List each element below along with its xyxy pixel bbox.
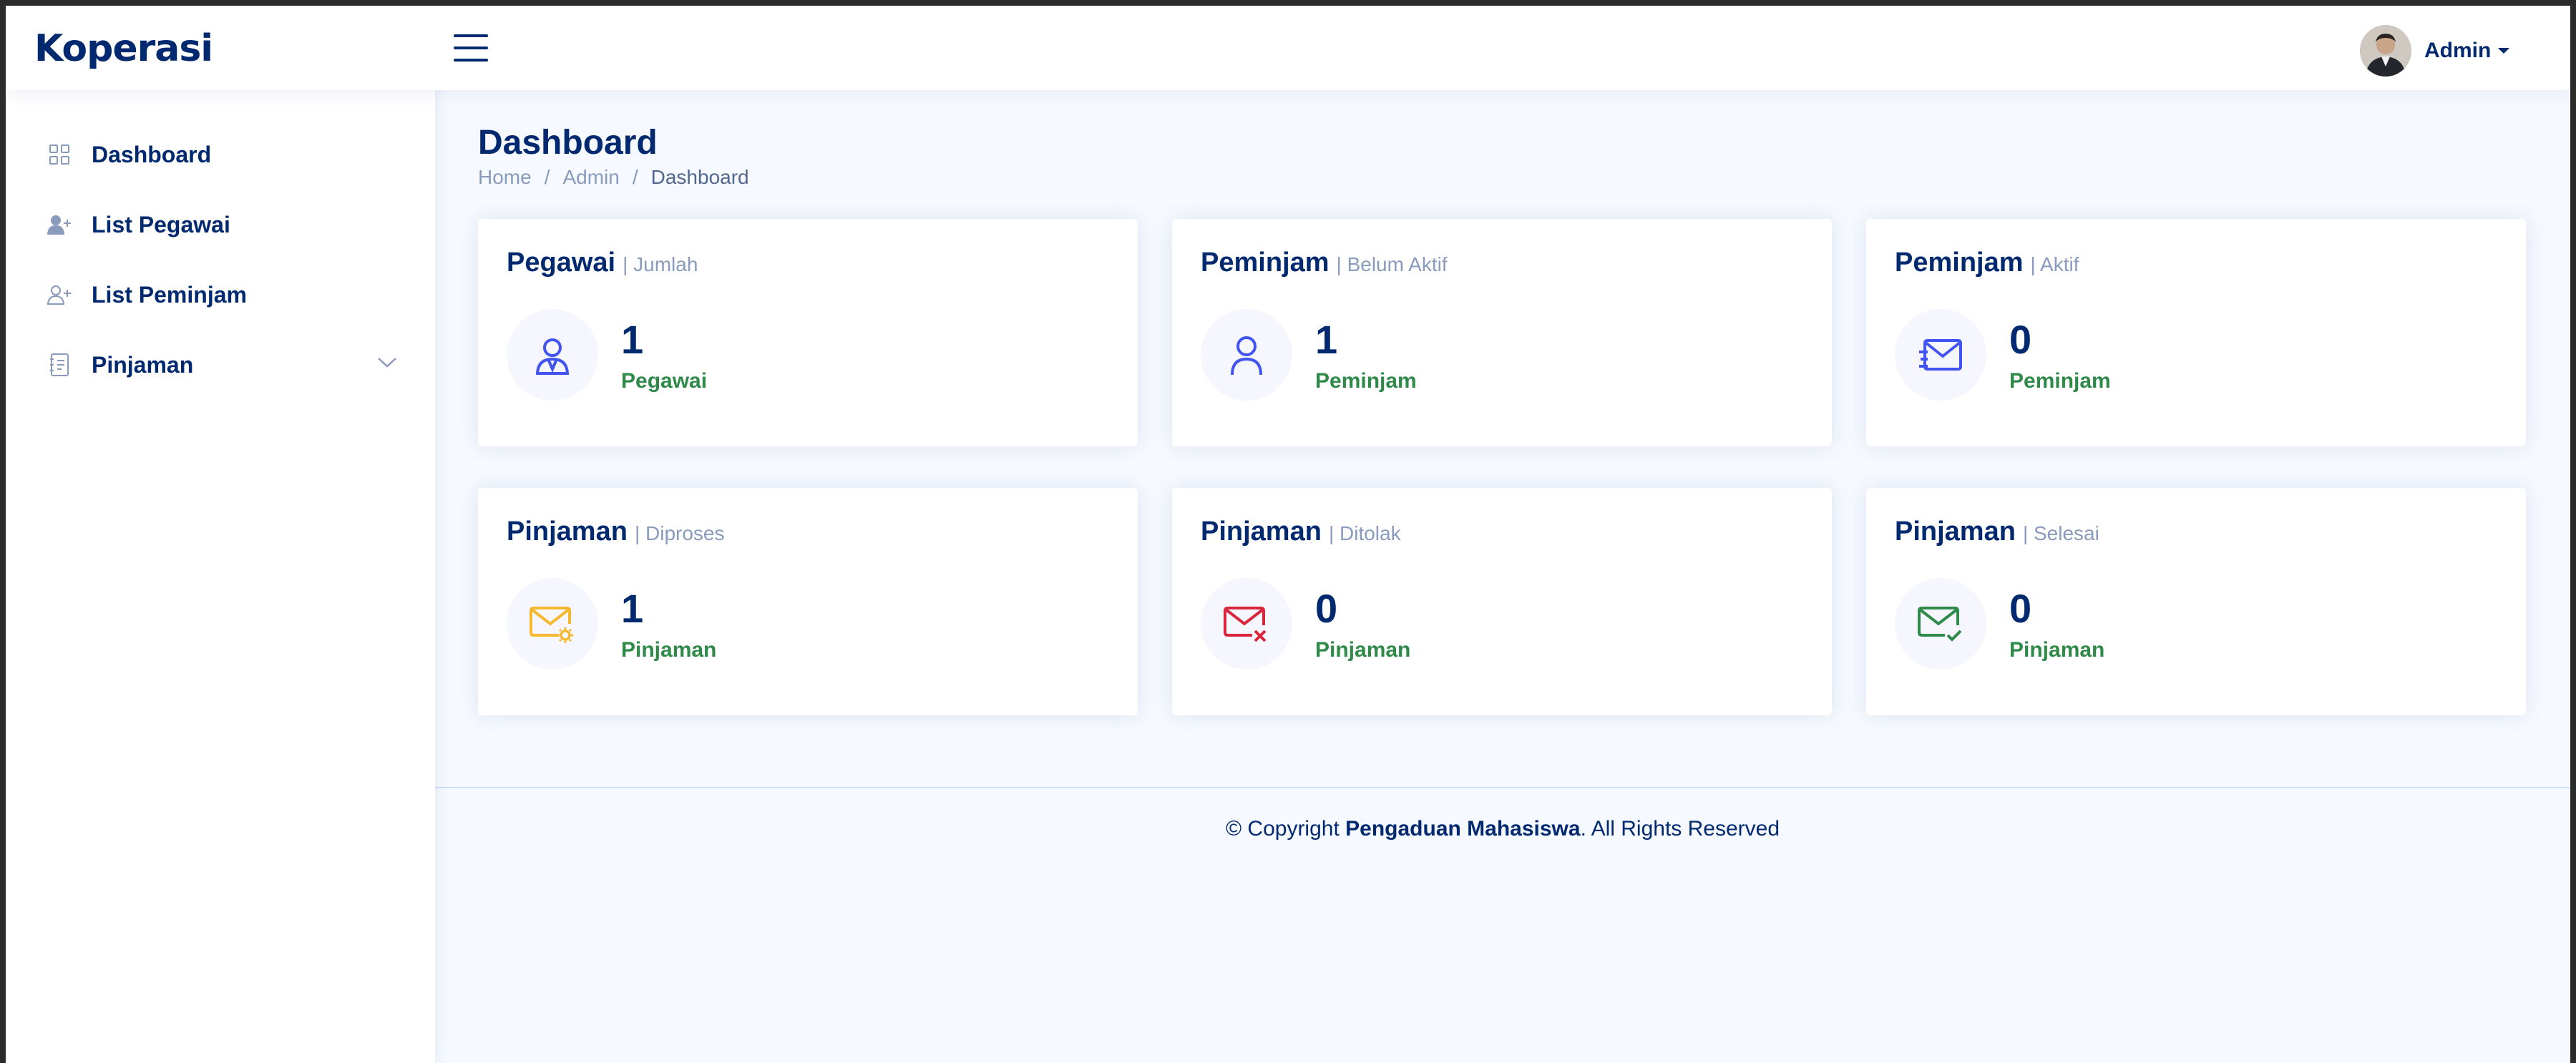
card-label: Pegawai [621, 369, 708, 393]
card-pinjaman-ditolak: Pinjaman | Ditolak 0 Pinjaman [1172, 488, 1832, 715]
sidebar-item-label: Pinjaman [92, 351, 194, 378]
sidebar-item-label: Dashboard [92, 141, 212, 167]
sidebar-item-label: List Pegawai [92, 211, 230, 237]
card-title: Peminjam [1201, 248, 1330, 278]
footer-suffix: . All Rights Reserved [1580, 817, 1780, 841]
breadcrumb: Home / Admin / Dashboard [478, 166, 749, 189]
card-subtitle: | Aktif [2030, 253, 2079, 275]
card-label: Peminjam [1315, 369, 1417, 393]
app-window: Koperasi Admin Dashboard List Pegawai Li… [6, 6, 2570, 1063]
top-header: Koperasi Admin [6, 6, 2570, 90]
avatar [2360, 25, 2411, 77]
sidebar: Dashboard List Pegawai List Peminjam Pin… [6, 90, 435, 1063]
profile-name: Admin [2424, 39, 2492, 62]
envelope-gear-icon [507, 578, 598, 670]
envelope-x-icon [1201, 578, 1292, 670]
envelope-check-icon [1895, 578, 1986, 670]
person-add-icon [47, 212, 72, 237]
footer-copyright: © Copyright Pengaduan Mahasiswa. All Rig… [435, 817, 2570, 841]
grid-icon [47, 142, 72, 167]
sidebar-item-label: List Peminjam [92, 281, 247, 308]
card-peminjam-aktif: Peminjam | Aktif 0 Peminjam [1866, 219, 2526, 446]
footer-brand: Pengaduan Mahasiswa [1345, 817, 1581, 841]
card-label: Peminjam [2009, 369, 2111, 393]
sidebar-item-list-pegawai[interactable]: List Pegawai [47, 202, 398, 248]
envelope-fast-icon [1895, 309, 1986, 401]
journal-text-icon [47, 353, 72, 377]
page-title: Dashboard [478, 124, 658, 162]
card-value: 1 [621, 317, 644, 362]
card-value: 0 [2009, 317, 2032, 362]
card-title: Pinjaman [1201, 516, 1322, 547]
breadcrumb-current: Dashboard [650, 166, 749, 188]
card-label: Pinjaman [2009, 638, 2105, 662]
card-label: Pinjaman [621, 638, 717, 662]
card-pinjaman-selesai: Pinjaman | Selesai 0 Pinjaman [1866, 488, 2526, 715]
card-value: 1 [1315, 317, 1338, 362]
sidebar-item-pinjaman[interactable]: Pinjaman [47, 342, 398, 388]
footer-divider [435, 787, 2570, 788]
sidebar-toggle-icon[interactable] [454, 33, 488, 63]
card-pinjaman-diproses: Pinjaman | Diproses 1 Pinjaman [478, 488, 1138, 715]
card-title: Pinjaman [1895, 516, 2016, 547]
breadcrumb-admin[interactable]: Admin [562, 166, 619, 189]
card-subtitle: | Ditolak [1328, 522, 1401, 544]
card-value: 1 [621, 586, 644, 631]
card-value: 0 [1315, 586, 1338, 631]
card-title: Pegawai [507, 248, 616, 278]
card-value: 0 [2009, 586, 2032, 631]
card-title: Peminjam [1895, 248, 2024, 278]
person-add-icon [47, 283, 72, 307]
person-icon [1201, 309, 1292, 401]
footer-prefix: © Copyright [1225, 817, 1346, 841]
sidebar-item-list-peminjam[interactable]: List Peminjam [47, 272, 398, 318]
chevron-down-icon[interactable] [376, 355, 398, 373]
person-badge-icon [507, 309, 598, 401]
card-pegawai-jumlah: Pegawai | Jumlah 1 Pegawai [478, 219, 1138, 446]
card-subtitle: | Selesai [2022, 522, 2099, 544]
caret-down-icon [2498, 48, 2510, 54]
card-subtitle: | Jumlah [623, 253, 698, 275]
card-title: Pinjaman [507, 516, 628, 547]
sidebar-item-dashboard[interactable]: Dashboard [47, 132, 398, 177]
card-subtitle: | Belum Aktif [1336, 253, 1448, 275]
main-content: Dashboard Home / Admin / Dashboard Pegaw… [435, 90, 2570, 1063]
breadcrumb-home[interactable]: Home [478, 166, 532, 189]
app-logo[interactable]: Koperasi [34, 27, 213, 70]
card-label: Pinjaman [1315, 638, 1411, 662]
profile-dropdown[interactable]: Admin [2360, 24, 2510, 77]
card-peminjam-belum-aktif: Peminjam | Belum Aktif 1 Peminjam [1172, 219, 1832, 446]
card-subtitle: | Diproses [634, 522, 725, 544]
